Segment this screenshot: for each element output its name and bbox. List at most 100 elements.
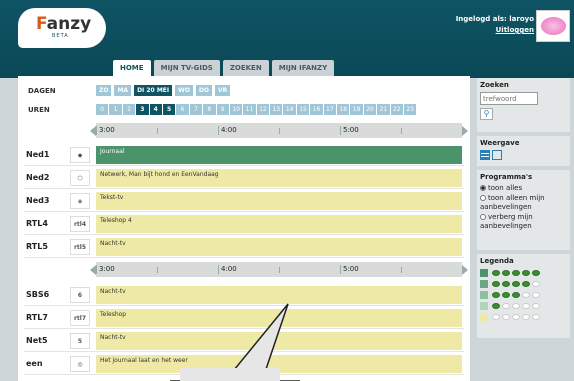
rating-dot-icon: [492, 302, 500, 309]
hour-button[interactable]: 22: [390, 104, 403, 115]
channel-name[interactable]: Net5: [26, 336, 66, 345]
hour-button[interactable]: 5: [162, 104, 176, 115]
row-divider: [24, 211, 464, 212]
channel-logo-icon[interactable]: rtl5: [70, 239, 90, 255]
filter-option[interactable]: verberg mijn aanbevelingen: [480, 213, 567, 231]
logo-text: anzy: [46, 14, 92, 34]
tab-zoeken[interactable]: ZOEKEN: [222, 60, 269, 76]
login-info: Ingelogd als: laroyo Uitloggen: [456, 14, 534, 36]
legend-box: Legenda: [477, 254, 570, 338]
hour-button[interactable]: 14: [283, 104, 296, 115]
channel-name[interactable]: RTL7: [26, 313, 66, 322]
hour-button[interactable]: 19: [350, 104, 363, 115]
channel-name[interactable]: RTL4: [26, 219, 66, 228]
channel-logo-icon[interactable]: ◎: [70, 356, 90, 372]
legend-row: [480, 279, 567, 288]
hour-button[interactable]: 0: [96, 104, 109, 115]
channel-logo-icon[interactable]: 5: [70, 333, 90, 349]
rating-dots: [492, 269, 540, 276]
channel-row: Net5 5 Nacht-tv: [24, 332, 464, 352]
channel-logo-icon[interactable]: rtl7: [70, 310, 90, 326]
channel-name[interactable]: SBS6: [26, 290, 66, 299]
hour-button[interactable]: 12: [256, 104, 270, 115]
radio-button[interactable]: [480, 185, 486, 191]
hour-button[interactable]: 16: [310, 104, 323, 115]
rating-dot-icon: [502, 280, 510, 287]
hour-button[interactable]: 9: [216, 104, 229, 115]
program-block[interactable]: Teleshop 4: [96, 215, 462, 233]
day-button[interactable]: VR: [214, 85, 231, 96]
filter-option[interactable]: toon alles: [480, 184, 567, 193]
channel-logo-icon[interactable]: rtl4: [70, 216, 90, 232]
timeline-tick: [340, 126, 341, 135]
radio-button[interactable]: [480, 195, 486, 201]
avatar[interactable]: [536, 10, 570, 42]
legend-row: [480, 301, 567, 310]
timeline-tick: [96, 126, 97, 135]
channel-name[interactable]: een: [26, 359, 66, 368]
tab-mijn-ifanzy[interactable]: MIJN IFANZY: [271, 60, 335, 76]
logo[interactable]: Fanzy: [36, 14, 91, 34]
channel-logo-icon[interactable]: ◈: [70, 193, 90, 209]
program-block[interactable]: Tekst-tv: [96, 192, 462, 210]
logout-link[interactable]: Uitloggen: [456, 25, 534, 36]
tab-home[interactable]: HOME: [113, 60, 151, 76]
program-block[interactable]: Teleshop: [96, 309, 462, 327]
hour-button[interactable]: 4: [149, 104, 162, 115]
hour-button[interactable]: 6: [176, 104, 189, 115]
program-block[interactable]: Nacht-tv: [96, 286, 462, 304]
timeline-bar: 3:00 4:00 5:00: [90, 262, 468, 277]
rating-dot-icon: [492, 269, 500, 276]
hour-button[interactable]: 3: [136, 104, 149, 115]
programs-title: Programma's: [480, 173, 533, 181]
radio-button[interactable]: [480, 214, 486, 220]
hour-button[interactable]: 13: [270, 104, 283, 115]
rating-dot-icon: [492, 313, 500, 320]
hour-button[interactable]: 21: [377, 104, 390, 115]
programs-box: Programma's toon alles toon alleen mijn a…: [477, 170, 570, 250]
day-button[interactable]: WO: [175, 85, 193, 96]
hour-button[interactable]: 18: [337, 104, 350, 115]
timeline-tick: [157, 128, 158, 134]
row-divider: [24, 234, 464, 235]
day-button[interactable]: MA: [114, 85, 132, 96]
program-block[interactable]: Journaal: [96, 146, 462, 164]
tab-mijn-tv-gids[interactable]: MIJN TV-GIDS: [153, 60, 220, 76]
day-button[interactable]: DI 20 MEI: [134, 85, 173, 96]
day-button[interactable]: ZO: [96, 85, 112, 96]
list-view-icon[interactable]: [480, 150, 490, 160]
rating-dot-icon: [522, 313, 530, 320]
scroll-right-arrow[interactable]: [462, 265, 468, 275]
program-block[interactable]: Netwerk, Man bijt hond en EenVandaag: [96, 169, 462, 187]
program-block[interactable]: Nacht-tv: [96, 238, 462, 256]
hour-button[interactable]: 2: [122, 104, 136, 115]
grid-view-icon[interactable]: [492, 150, 502, 160]
hour-button[interactable]: 15: [296, 104, 310, 115]
channel-logo-icon[interactable]: 6: [70, 287, 90, 303]
channel-logo-icon[interactable]: ◆: [70, 147, 90, 163]
legend-swatch: [480, 301, 488, 310]
channel-name[interactable]: Ned3: [26, 196, 66, 205]
filter-option[interactable]: toon alleen mijn aanbevelingen: [480, 194, 567, 212]
program-block[interactable]: Het journaal laat en het weer: [96, 355, 462, 373]
channel-logo-icon[interactable]: ⬡: [70, 170, 90, 186]
channel-row: RTL5 rtl5 Nacht-tv: [24, 238, 464, 258]
channel-name[interactable]: RTL5: [26, 242, 66, 251]
hour-button[interactable]: 1: [109, 104, 122, 115]
search-input[interactable]: [480, 92, 538, 105]
rating-dots: [492, 280, 540, 287]
hour-button[interactable]: 11: [243, 104, 256, 115]
channel-name[interactable]: Ned2: [26, 173, 66, 182]
day-button[interactable]: DO: [195, 85, 212, 96]
channel-name[interactable]: Ned1: [26, 150, 66, 159]
program-block[interactable]: Nacht-tv: [96, 332, 462, 350]
scroll-right-arrow[interactable]: [462, 126, 468, 136]
hour-button[interactable]: 8: [203, 104, 216, 115]
hour-button[interactable]: 10: [229, 104, 243, 115]
hour-button[interactable]: 17: [323, 104, 337, 115]
timeline-tick: [96, 265, 97, 274]
hour-button[interactable]: 23: [403, 104, 417, 115]
hour-button[interactable]: 7: [189, 104, 203, 115]
search-button[interactable]: ⚲: [480, 108, 493, 120]
hour-button[interactable]: 20: [363, 104, 377, 115]
